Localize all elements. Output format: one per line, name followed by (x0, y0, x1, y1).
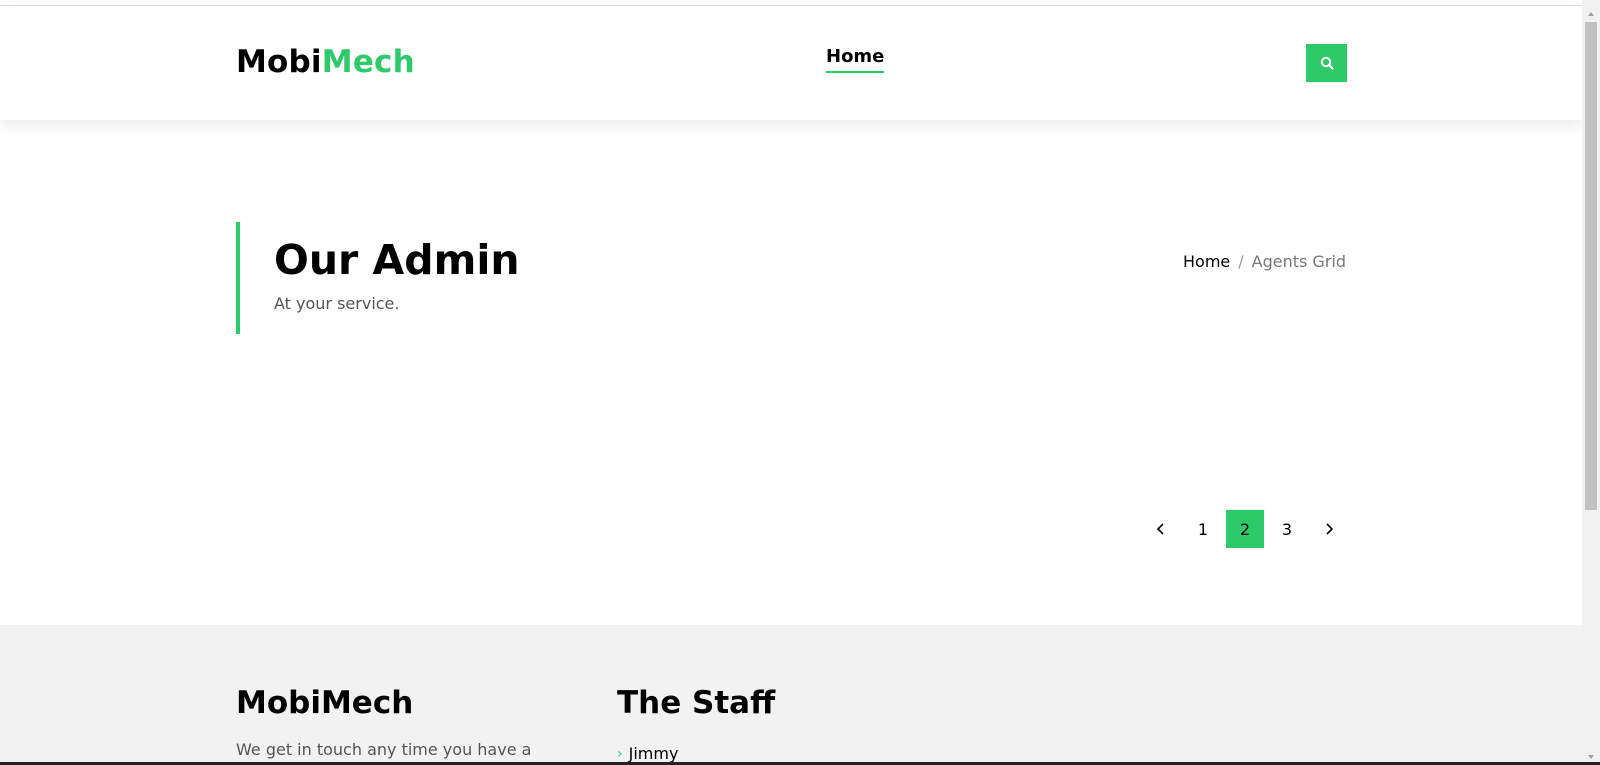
logo-text-mobi: Mobi (236, 44, 322, 80)
scrollbar-thumb[interactable] (1585, 22, 1597, 510)
nav-home-link[interactable]: Home (826, 46, 885, 73)
footer-brand-title: MobiMech (236, 685, 414, 721)
pagination: 1 2 3 (1138, 510, 1348, 548)
pagination-page-1[interactable]: 1 (1184, 510, 1222, 548)
scroll-up-arrow-icon[interactable] (1582, 6, 1600, 22)
chevron-right-icon (1326, 523, 1334, 535)
footer-staff-title: The Staff (617, 685, 776, 721)
page: MobiMech Home Our Admin At your service.… (0, 0, 1600, 765)
breadcrumb-home-link[interactable]: Home (1183, 252, 1230, 271)
pagination-prev-button[interactable] (1142, 510, 1180, 548)
search-button[interactable] (1306, 44, 1347, 82)
site-footer: MobiMech We get in touch any time you ha… (0, 625, 1582, 765)
chevron-right-icon: › (617, 745, 623, 762)
pagination-page-3[interactable]: 3 (1268, 510, 1306, 548)
vertical-scrollbar[interactable] (1582, 0, 1600, 765)
chevron-left-icon (1156, 523, 1164, 535)
site-logo[interactable]: MobiMech (236, 44, 415, 80)
footer-staff-item-label: Jimmy (628, 744, 679, 763)
page-subtitle: At your service. (274, 294, 400, 313)
breadcrumb-current: Agents Grid (1251, 252, 1346, 271)
logo-text-mech: Mech (321, 44, 415, 80)
footer-description: We get in touch any time you have a (236, 740, 532, 759)
pagination-next-button[interactable] (1310, 510, 1348, 548)
footer-staff-item[interactable]: › Jimmy (617, 744, 678, 763)
breadcrumb-separator: / (1238, 252, 1244, 271)
search-icon (1320, 56, 1334, 70)
site-header: MobiMech Home (0, 6, 1582, 120)
pagination-page-2-active[interactable]: 2 (1226, 510, 1264, 548)
page-title: Our Admin (274, 236, 520, 284)
breadcrumb: Home / Agents Grid (1183, 252, 1346, 271)
page-title-block: Our Admin At your service. Home / Agents… (236, 222, 1346, 334)
